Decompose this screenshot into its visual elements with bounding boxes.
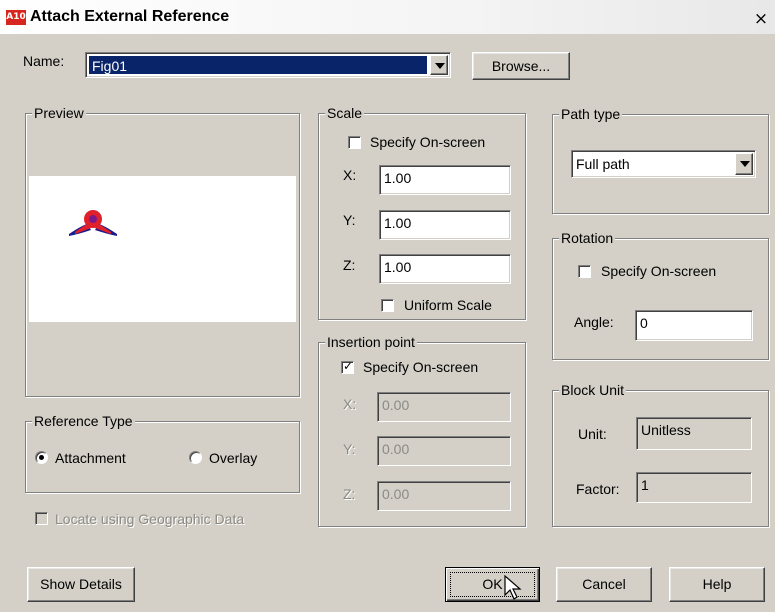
unit-label: Unit: xyxy=(578,426,607,442)
attach-xref-dialog: A10 Attach External Reference × Name: Fi… xyxy=(0,0,775,612)
scale-x-label: X: xyxy=(343,167,357,183)
path-type-dropdown-arrow[interactable] xyxy=(735,153,753,175)
insertion-y-input[interactable]: 0.00 xyxy=(377,436,511,466)
overlay-label[interactable]: Overlay xyxy=(209,450,257,466)
uniform-scale-label[interactable]: Uniform Scale xyxy=(404,297,492,313)
factor-label: Factor: xyxy=(576,481,620,497)
scale-title: Scale xyxy=(325,105,365,121)
title-bar[interactable]: A10 Attach External Reference × xyxy=(0,0,775,34)
angle-input[interactable]: 0 xyxy=(635,310,753,341)
factor-value: 1 xyxy=(636,472,752,503)
insertion-point-title: Insertion point xyxy=(325,334,417,350)
block-unit-title: Block Unit xyxy=(559,382,627,398)
xref-thumbnail-image xyxy=(69,210,117,236)
show-details-button[interactable]: Show Details xyxy=(27,567,135,602)
scale-specify-checkbox[interactable] xyxy=(348,136,361,149)
insertion-z-input[interactable]: 0.00 xyxy=(377,481,511,511)
scale-z-input[interactable]: 1.00 xyxy=(379,254,511,284)
insertion-y-label: Y: xyxy=(343,441,356,457)
overlay-radio[interactable] xyxy=(189,451,202,464)
path-type-title: Path type xyxy=(559,106,623,122)
name-combo[interactable]: Fig01 xyxy=(85,52,451,78)
rotation-title: Rotation xyxy=(559,230,616,246)
ok-button[interactable]: OK xyxy=(445,567,540,602)
uniform-scale-checkbox[interactable] xyxy=(381,299,394,312)
scale-specify-label[interactable]: Specify On-screen xyxy=(370,134,485,150)
name-dropdown-arrow[interactable] xyxy=(430,55,448,75)
insertion-x-input[interactable]: 0.00 xyxy=(377,392,511,422)
browse-button[interactable]: Browse... xyxy=(472,52,570,80)
geographic-data-checkbox[interactable] xyxy=(35,512,48,525)
insertion-specify-label[interactable]: Specify On-screen xyxy=(363,359,478,375)
attachment-radio[interactable] xyxy=(35,451,48,464)
block-unit-group: Block Unit xyxy=(552,382,769,527)
cancel-button[interactable]: Cancel xyxy=(556,567,652,602)
rotation-specify-label[interactable]: Specify On-screen xyxy=(601,263,716,279)
name-label: Name: xyxy=(23,53,65,69)
radio-selected-dot xyxy=(39,455,44,460)
insertion-z-label: Z: xyxy=(343,486,356,502)
unit-value: Unitless xyxy=(636,417,752,450)
angle-label: Angle: xyxy=(574,314,614,330)
rotation-group: Rotation xyxy=(552,230,769,360)
attachment-label[interactable]: Attachment xyxy=(55,450,126,466)
path-type-value: Full path xyxy=(576,156,630,172)
preview-title: Preview xyxy=(32,105,86,121)
preview-canvas xyxy=(29,176,296,322)
close-icon[interactable]: × xyxy=(752,10,770,28)
chevron-down-icon xyxy=(435,63,445,69)
scale-y-input[interactable]: 1.00 xyxy=(379,210,511,240)
chevron-down-icon xyxy=(740,161,750,167)
scale-y-label: Y: xyxy=(343,212,356,228)
autocad-app-icon: A10 xyxy=(6,10,26,25)
mouse-pointer-icon xyxy=(504,575,522,600)
rotation-specify-checkbox[interactable] xyxy=(578,265,591,278)
scale-x-input[interactable]: 1.00 xyxy=(379,165,511,195)
dialog-title: Attach External Reference xyxy=(30,8,230,25)
insertion-specify-checkbox[interactable]: ✓ xyxy=(341,359,354,374)
reference-type-title: Reference Type xyxy=(32,413,135,429)
insertion-x-label: X: xyxy=(343,396,357,412)
ok-button-label: OK xyxy=(482,576,503,592)
path-type-combo[interactable]: Full path xyxy=(571,150,756,178)
checkmark-icon: ✓ xyxy=(343,359,354,373)
scale-z-label: Z: xyxy=(343,257,356,273)
help-button[interactable]: Help xyxy=(669,567,765,602)
geographic-data-label: Locate using Geographic Data xyxy=(55,511,245,527)
name-selected-value: Fig01 xyxy=(89,56,427,74)
